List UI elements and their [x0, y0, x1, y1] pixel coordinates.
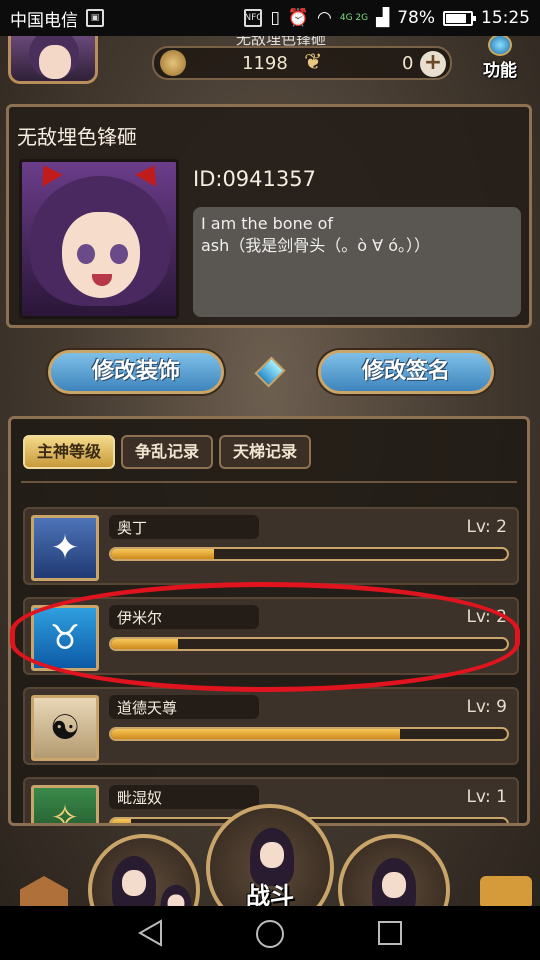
lotus-icon: ✧: [31, 785, 99, 823]
god-row-odin[interactable]: ✦ 奥丁 Lv: 2: [23, 507, 519, 585]
currency-gold-value: 1198: [242, 52, 288, 74]
profile-portrait[interactable]: [19, 159, 179, 319]
god-level: Lv: 1: [466, 787, 507, 807]
portrait-horn-right-icon: [135, 162, 165, 187]
god-level: Lv: 2: [466, 517, 507, 537]
player-avatar-thumbnail[interactable]: [8, 36, 98, 84]
status-bar: 中国电信 ▣ NFC ▯ ⏰ ◠ 4G 2G ▟ 78% 15:25: [0, 0, 540, 36]
avatar-face: [39, 45, 71, 79]
record-tabs: 主神等级 争乱记录 天梯记录: [23, 435, 312, 473]
center-gem-icon: [254, 356, 286, 388]
recent-apps-icon[interactable]: [378, 921, 402, 945]
god-progress-fill: [111, 549, 214, 559]
odin-emblem-icon: ✦: [31, 515, 99, 581]
vibrate-icon: ▯: [270, 8, 280, 28]
battery-percent: 78%: [397, 8, 435, 28]
status-left: 中国电信 ▣: [10, 6, 104, 31]
god-level-panel: 主神等级 争乱记录 天梯记录 ✦ 奥丁 Lv: 2 ♉ 伊米尔 Lv: 2 ☯ …: [8, 416, 530, 826]
signature-box: I am the bone of ash（我是剑骨头（。ò ∀ ó。））: [193, 207, 521, 317]
game-screen: 无敌埋色锋砸 1198 ❦ 0 + 功能 无敌埋色锋砸 ID:0941357 I…: [0, 36, 540, 906]
nfc-icon: NFC: [244, 9, 263, 27]
profile-id: ID:0941357: [193, 167, 316, 191]
right-menu-button[interactable]: [338, 834, 450, 906]
tab-god-level[interactable]: 主神等级: [23, 435, 116, 469]
portrait-eye-right: [110, 244, 128, 264]
currency-bar: 1198 ❦ 0 +: [152, 46, 452, 80]
god-row-ymir[interactable]: ♉ 伊米尔 Lv: 2: [23, 597, 519, 675]
edit-signature-button[interactable]: 修改签名: [318, 350, 494, 394]
function-gem-icon: [488, 36, 512, 56]
function-label: 功能: [483, 61, 517, 81]
profile-name: 无敌埋色锋砸: [17, 125, 137, 149]
bottom-menu: 战斗: [0, 804, 540, 906]
chibi-character-small-icon: [160, 884, 192, 906]
god-progress-fill: [111, 819, 131, 823]
god-name: 道德天尊: [117, 699, 178, 717]
wifi-icon: ◠: [317, 8, 332, 28]
gallery-notification-icon: ▣: [86, 9, 104, 27]
signal-icon: ▟: [376, 8, 390, 28]
currency-butterfly-value: 0: [402, 52, 414, 74]
chibi-character-icon: [112, 856, 156, 906]
top-bar: 无敌埋色锋砸 1198 ❦ 0 + 功能: [0, 36, 540, 90]
left-menu-button[interactable]: [88, 834, 200, 906]
god-progress-bar: [109, 637, 509, 651]
god-level: Lv: 9: [466, 697, 507, 717]
home-icon[interactable]: [256, 920, 284, 948]
function-button[interactable]: 功能: [468, 36, 532, 84]
god-progress-bar: [109, 547, 509, 561]
god-progress-bar: [109, 727, 509, 741]
god-name: 毗湿奴: [117, 789, 163, 807]
portrait-eye-left: [77, 244, 95, 264]
portrait-horn-left-icon: [33, 162, 63, 187]
treasure-chest-icon[interactable]: [480, 876, 532, 906]
back-icon[interactable]: [137, 919, 163, 947]
tab-conflict-record[interactable]: 争乱记录: [121, 435, 214, 469]
taiji-icon: ☯: [31, 695, 99, 761]
chibi-character-icon: [372, 858, 416, 906]
gold-coin-icon: [160, 50, 186, 76]
profile-panel: 无敌埋色锋砸 ID:0941357 I am the bone of ash（我…: [6, 104, 532, 328]
god-name: 奥丁: [117, 519, 148, 537]
house-icon[interactable]: [20, 876, 68, 906]
tab-divider: [21, 481, 517, 483]
android-nav-bar: [0, 906, 540, 960]
status-right: NFC ▯ ⏰ ◠ 4G 2G ▟ 78% 15:25: [244, 8, 530, 28]
alarm-icon: ⏰: [287, 8, 310, 28]
network-label: 4G 2G: [339, 13, 369, 23]
god-level: Lv: 2: [466, 607, 507, 627]
ymir-skull-icon: ♉: [31, 605, 99, 671]
battle-label[interactable]: 战斗: [246, 876, 294, 906]
carrier-label: 中国电信: [10, 10, 78, 31]
battery-icon: [443, 10, 476, 26]
god-row-taishang[interactable]: ☯ 道德天尊 Lv: 9: [23, 687, 519, 765]
profile-action-row: 修改装饰 修改签名: [0, 344, 540, 400]
tab-ladder-record[interactable]: 天梯记录: [219, 435, 312, 469]
add-currency-button[interactable]: +: [420, 51, 446, 77]
clock: 15:25: [481, 8, 530, 28]
butterfly-icon: ❦: [304, 50, 323, 75]
god-progress-fill: [111, 639, 179, 649]
edit-decoration-button[interactable]: 修改装饰: [48, 350, 224, 394]
god-name: 伊米尔: [117, 609, 163, 627]
god-progress-fill: [111, 729, 401, 739]
